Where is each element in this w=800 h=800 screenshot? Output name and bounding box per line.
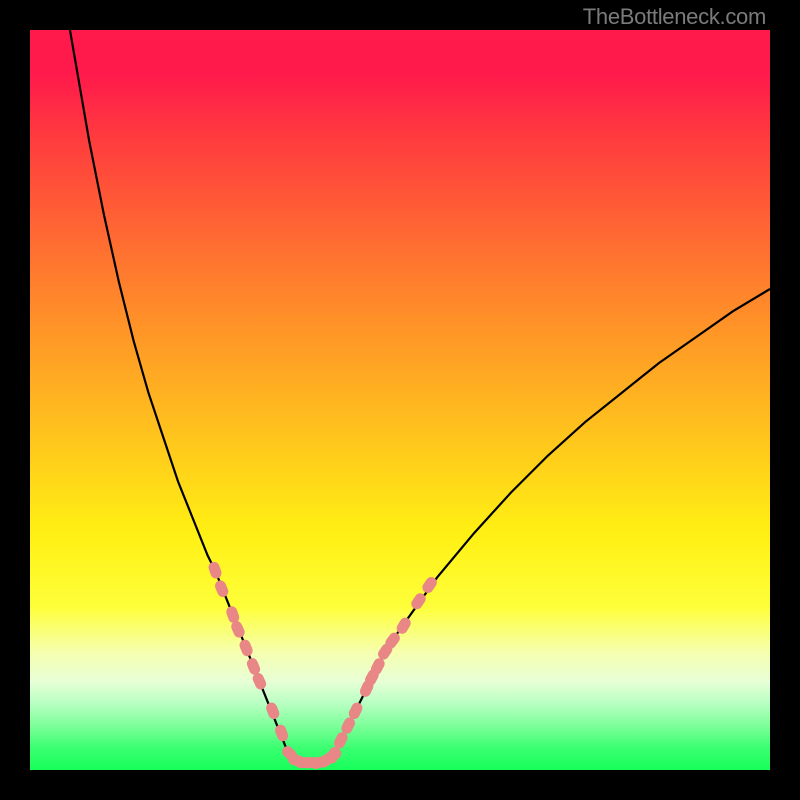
marker-point [264, 701, 281, 721]
marker-point [273, 723, 289, 743]
curve-left-curve [70, 30, 289, 755]
marker-point [207, 560, 223, 580]
chart-frame: TheBottleneck.com [0, 0, 800, 800]
curve-right-curve [333, 289, 770, 755]
attribution-label: TheBottleneck.com [583, 4, 766, 30]
curve-layer [30, 30, 770, 770]
marker-point [213, 579, 230, 599]
marker-point [238, 638, 255, 658]
plot-area [30, 30, 770, 770]
